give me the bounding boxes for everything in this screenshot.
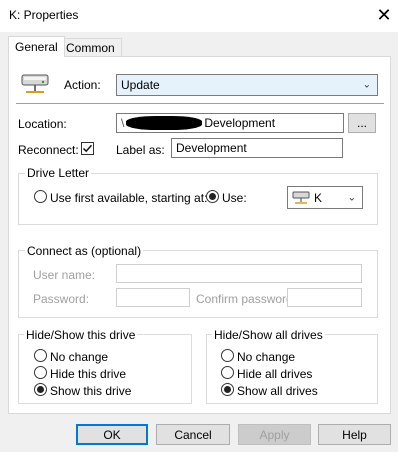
apply-button-label: Apply	[259, 427, 290, 442]
location-input[interactable]: \ Development	[116, 113, 344, 133]
action-select-value: Update	[121, 78, 160, 92]
close-icon: ✕	[376, 5, 392, 25]
show-this-drive-label: Show this drive	[50, 384, 132, 398]
confirm-password-label: Confirm password:	[196, 292, 297, 306]
label-as-label: Label as:	[116, 143, 165, 157]
all-no-change-label: No change	[237, 350, 296, 364]
use-drive-radio[interactable]	[206, 190, 219, 203]
redacted-area	[126, 116, 203, 130]
hide-all-drives-radio[interactable]	[221, 366, 234, 379]
ok-button[interactable]: OK	[76, 424, 148, 445]
hide-this-drive-label: Hide this drive	[50, 367, 127, 381]
use-first-available-radio[interactable]	[34, 190, 47, 203]
ok-button-label: OK	[103, 427, 121, 442]
checkmark-icon	[82, 144, 93, 153]
hide-this-drive-radio[interactable]	[34, 366, 47, 379]
all-no-change-radio[interactable]	[221, 349, 234, 362]
connect-as-group	[18, 250, 378, 318]
hide-show-drive-title: Hide/Show this drive	[24, 328, 138, 342]
drive-letter-title: Drive Letter	[25, 166, 92, 180]
connect-as-title: Connect as (optional)	[25, 244, 144, 258]
action-label: Action:	[64, 78, 101, 92]
cancel-button-label: Cancel	[174, 427, 212, 442]
use-drive-label: Use:	[222, 191, 247, 205]
drive-letter-select[interactable]: K ⌄	[287, 186, 363, 209]
location-value-prefix: \	[121, 116, 125, 130]
help-button[interactable]: Help	[318, 424, 391, 445]
action-select[interactable]: Update ⌄	[116, 74, 378, 96]
network-drive-icon	[20, 73, 50, 97]
location-value-suffix: Development	[204, 116, 276, 130]
reconnect-label: Reconnect:	[18, 143, 79, 157]
tab-general-label: General	[15, 40, 58, 54]
close-button[interactable]: ✕	[370, 2, 398, 28]
chevron-down-icon: ⌄	[362, 79, 371, 91]
username-label: User name:	[33, 268, 96, 282]
hide-show-all-title: Hide/Show all drives	[212, 328, 325, 342]
apply-button[interactable]: Apply	[238, 424, 311, 445]
cancel-button[interactable]: Cancel	[156, 424, 230, 445]
reconnect-checkbox[interactable]	[81, 142, 94, 155]
drive-no-change-label: No change	[50, 350, 109, 364]
browse-button-label: ...	[356, 116, 367, 130]
show-this-drive-radio[interactable]	[34, 383, 47, 396]
tab-general[interactable]: General	[8, 36, 65, 57]
tab-common[interactable]: Common	[59, 38, 122, 57]
help-button-label: Help	[342, 427, 367, 442]
label-as-input[interactable]: Development	[171, 138, 343, 158]
drive-small-icon	[292, 191, 310, 205]
password-label: Password:	[33, 292, 90, 306]
password-input[interactable]	[116, 288, 190, 307]
browse-button[interactable]: ...	[348, 113, 376, 133]
label-as-value: Development	[176, 141, 247, 155]
location-label: Location:	[18, 117, 67, 131]
drive-letter-value: K	[314, 190, 323, 205]
chevron-down-icon: ⌄	[347, 192, 356, 203]
window-title: K: Properties	[9, 8, 79, 22]
show-all-drives-label: Show all drives	[237, 384, 318, 398]
divider	[16, 103, 384, 104]
hide-all-drives-label: Hide all drives	[237, 367, 313, 381]
show-all-drives-radio[interactable]	[221, 383, 234, 396]
confirm-password-input[interactable]	[287, 288, 362, 307]
tab-common-label: Common	[66, 41, 115, 55]
use-first-available-label: Use first available, starting at:	[50, 191, 208, 205]
username-input[interactable]	[116, 264, 362, 283]
drive-no-change-radio[interactable]	[34, 349, 47, 362]
